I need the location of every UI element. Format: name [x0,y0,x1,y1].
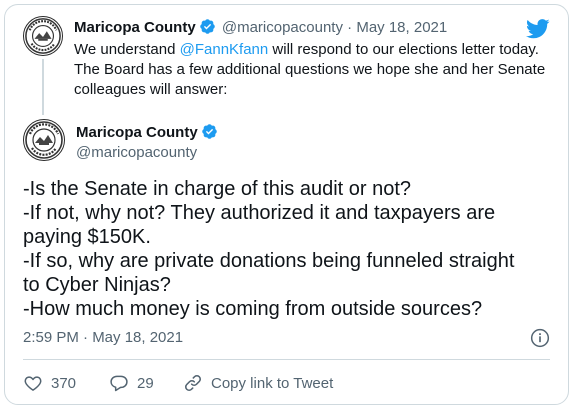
text-segment: We understand [74,41,180,58]
quoted-tweet-header: Maricopa County @maricopacounty · May 18… [74,18,447,38]
tweet-actions: 370 29 Copy link to Tweet [23,371,333,395]
heart-icon [24,376,42,391]
reply-bubble-icon [110,375,128,392]
tweet-text: -Is the Senate in charge of this audit o… [23,177,553,321]
main-author-header: Maricopa County [76,123,220,143]
author-handle[interactable]: @maricopacounty [222,19,343,36]
county-seal-icon [25,18,61,54]
tweet-line: -If not, why not? They authorized it and… [23,202,496,224]
thread-connector [42,59,44,115]
tweet-timestamp[interactable]: 2:59 PM · May 18, 2021 [23,328,183,348]
divider [23,359,550,360]
author-handle[interactable]: @maricopacounty [76,143,197,163]
tweet-line: -If so, why are private donations being … [23,250,515,272]
tweet-date[interactable]: May 18, 2021 [356,19,447,36]
author-name[interactable]: Maricopa County [74,19,196,36]
county-seal-icon [25,121,63,159]
tweet-line: -Is the Senate in charge of this audit o… [23,178,412,200]
link-icon [185,375,201,391]
reply-button[interactable]: 29 [109,373,179,393]
tweet-line: to Cyber Ninjas? [23,274,171,296]
embedded-tweet-card: Maricopa County @maricopacounty · May 18… [4,4,569,405]
like-count: 370 [51,374,77,392]
author-name[interactable]: Maricopa County [76,124,198,141]
tweet-line: -How much money is coming from outside s… [23,298,483,320]
mention-link[interactable]: @FannKfann [180,41,269,58]
separator: · [347,19,353,36]
copy-link-label: Copy link to Tweet [211,374,334,392]
twitter-bird-icon[interactable] [526,19,550,39]
verified-badge-icon [201,123,218,140]
verified-badge-icon [199,18,216,35]
tweet-line: paying $150K. [23,226,151,248]
quoted-tweet-text: We understand @FannKfann will respond to… [74,40,554,100]
info-icon[interactable] [530,328,550,348]
avatar[interactable] [23,16,63,56]
avatar[interactable] [23,119,65,161]
copy-link-button[interactable]: Copy link to Tweet [183,373,333,393]
like-button[interactable]: 370 [23,373,103,393]
reply-count: 29 [137,374,154,392]
